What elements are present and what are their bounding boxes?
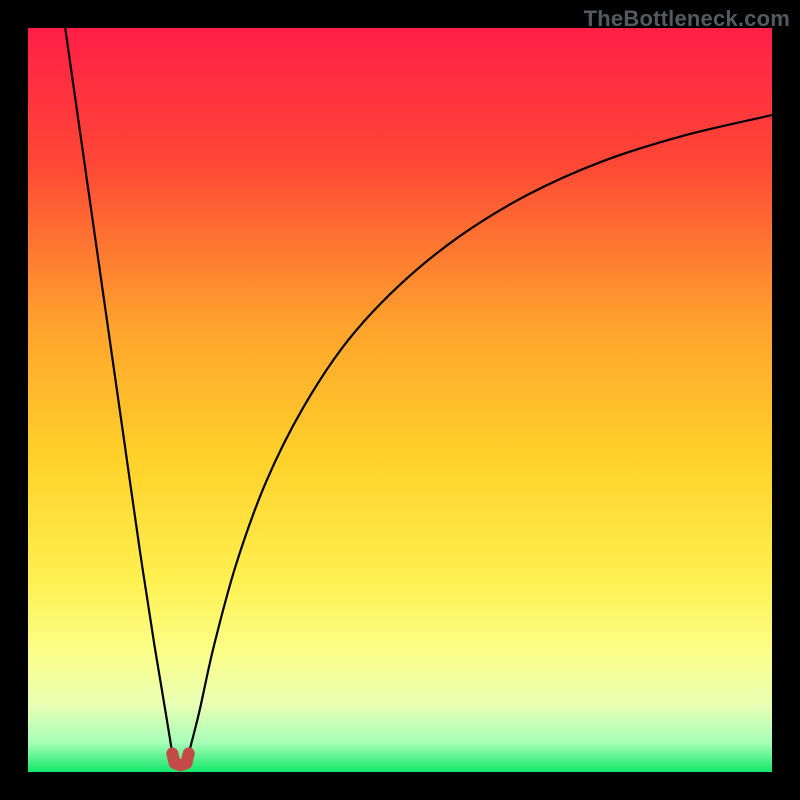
gradient-background	[28, 28, 772, 772]
chart-svg	[28, 28, 772, 772]
plot-area	[28, 28, 772, 772]
watermark-text: TheBottleneck.com	[584, 6, 790, 32]
frame: TheBottleneck.com	[0, 0, 800, 800]
